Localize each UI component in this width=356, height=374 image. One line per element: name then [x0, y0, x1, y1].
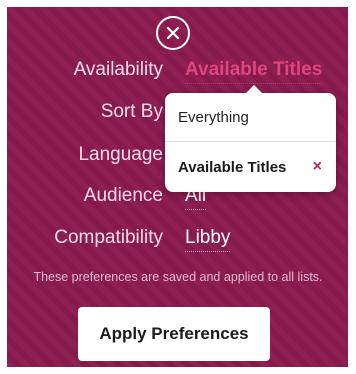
page-background: Availability Available Titles Sort By La…	[0, 0, 356, 374]
availability-value[interactable]: Available Titles	[185, 59, 323, 84]
close-button[interactable]	[156, 16, 190, 50]
option-label: Everything	[178, 108, 249, 126]
preferences-note: These preferences are saved and applied …	[33, 270, 323, 284]
selected-x-icon[interactable]: ×	[313, 158, 322, 176]
language-label: Language	[78, 144, 163, 165]
audience-label: Audience	[83, 185, 163, 206]
dropdown-option-everything[interactable]: Everything	[165, 93, 336, 142]
close-icon	[166, 26, 180, 40]
apply-preferences-button[interactable]: Apply Preferences	[78, 307, 270, 361]
option-label: Available Titles	[178, 159, 287, 176]
sort-by-label: Sort By	[100, 101, 163, 122]
compatibility-label: Compatibility	[54, 227, 163, 248]
availability-dropdown: Everything Available Titles ×	[165, 85, 336, 192]
compatibility-value[interactable]: Libby	[185, 227, 231, 252]
availability-label: Availability	[73, 59, 163, 80]
dropdown-option-available-titles[interactable]: Available Titles ×	[165, 143, 336, 192]
